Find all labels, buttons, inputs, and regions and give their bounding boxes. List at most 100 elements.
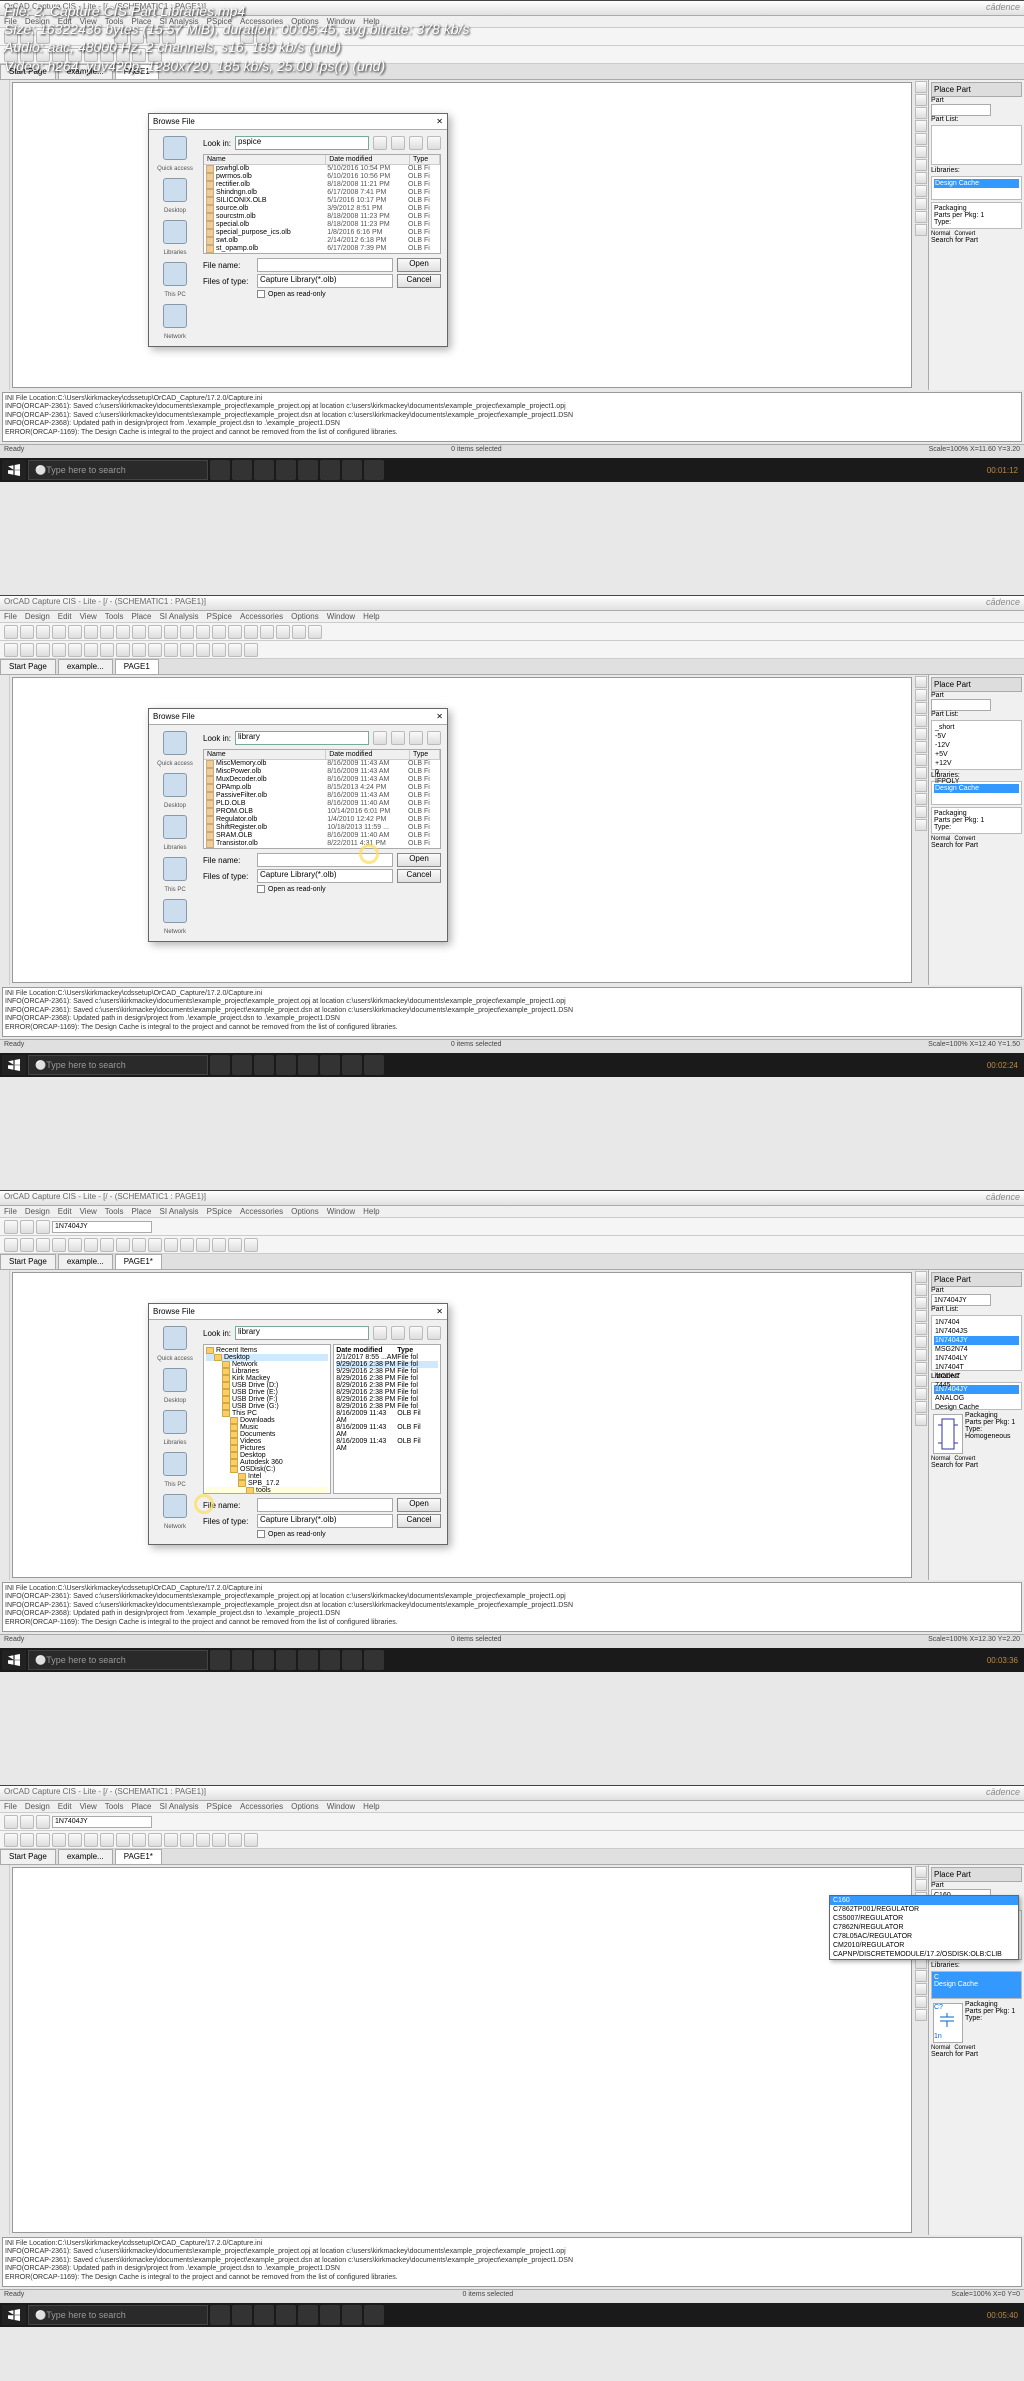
- toolbar-icon[interactable]: [68, 625, 82, 639]
- back-icon[interactable]: [373, 136, 387, 150]
- toolbar-icon[interactable]: [36, 1833, 50, 1847]
- menu-item[interactable]: Options: [291, 1802, 319, 1811]
- partlist-box[interactable]: 1N74041N7404JS1N7404JYMSG2N741N7404LY1N7…: [931, 1315, 1022, 1371]
- lookin-dropdown[interactable]: library: [235, 731, 369, 745]
- searchpart-link[interactable]: Search for Part: [931, 1462, 1022, 1469]
- ellipse-tool-icon[interactable]: [915, 224, 927, 236]
- searchpart-link[interactable]: Search for Part: [931, 842, 1022, 849]
- search-combo[interactable]: [52, 1221, 152, 1233]
- toolbar-icon[interactable]: [180, 625, 194, 639]
- tool-icon[interactable]: [915, 1401, 927, 1413]
- menu-item[interactable]: PSpice: [207, 1207, 232, 1216]
- store-icon[interactable]: [276, 1055, 296, 1075]
- file-row[interactable]: PassiveFilter.olb8/16/2009 11:43 AMOLB F…: [204, 792, 440, 800]
- tab-start[interactable]: Start Page: [0, 1849, 56, 1864]
- partlist-item[interactable]: 1N7404JY: [934, 1336, 1019, 1345]
- menu-item[interactable]: File: [4, 1207, 17, 1216]
- tool-icon[interactable]: [915, 715, 927, 727]
- tab-start[interactable]: Start Page: [0, 659, 56, 674]
- library-item[interactable]: ANALOG: [934, 1394, 1019, 1403]
- tool-icon[interactable]: [915, 1983, 927, 1995]
- toolbar-icon[interactable]: [52, 643, 66, 657]
- library-item[interactable]: Design Cache: [934, 1403, 1019, 1412]
- list-row[interactable]: 8/29/2016 2:38 PMFile fol: [336, 1396, 438, 1403]
- partlist-item[interactable]: MSG2N74: [934, 1345, 1019, 1354]
- place-icon[interactable]: [163, 1494, 187, 1518]
- toolbar-icon[interactable]: [180, 1833, 194, 1847]
- search-combo[interactable]: [52, 1816, 152, 1828]
- part-input[interactable]: [931, 104, 991, 116]
- close-icon[interactable]: ✕: [436, 712, 443, 721]
- open-button[interactable]: Open: [397, 853, 441, 867]
- cancel-button[interactable]: Cancel: [397, 869, 441, 883]
- toolbar-icon[interactable]: [84, 1833, 98, 1847]
- libraries-box[interactable]: Design Cache: [931, 176, 1022, 200]
- menu-item[interactable]: Edit: [58, 1207, 72, 1216]
- app2-icon[interactable]: [320, 460, 340, 480]
- tree-item[interactable]: Pictures: [206, 1445, 328, 1452]
- list-row[interactable]: 8/29/2016 2:38 PMFile fol: [336, 1375, 438, 1382]
- toolbar-icon[interactable]: [36, 625, 50, 639]
- tree-item[interactable]: tools: [206, 1487, 328, 1494]
- app2-icon[interactable]: [320, 1650, 340, 1670]
- tool-icon[interactable]: [915, 1388, 927, 1400]
- tool-icon[interactable]: [915, 767, 927, 779]
- file-row[interactable]: source.olb3/9/2012 8:51 PMOLB Fi: [204, 205, 440, 213]
- tab-page1star[interactable]: PAGE1*: [115, 1849, 162, 1864]
- taskbar-clock[interactable]: 00:01:12: [983, 466, 1022, 475]
- toolbar-icon[interactable]: [132, 1833, 146, 1847]
- menu-item[interactable]: PSpice: [207, 1802, 232, 1811]
- tool-icon[interactable]: [915, 689, 927, 701]
- file-row[interactable]: Transistor.olb8/22/2011 4:31 PMOLB Fi: [204, 840, 440, 848]
- menu-item[interactable]: PSpice: [207, 612, 232, 621]
- explorer-icon[interactable]: [232, 460, 252, 480]
- file-row[interactable]: PROM.OLB10/14/2016 6:01 PMOLB Fi: [204, 808, 440, 816]
- place-icon[interactable]: [163, 857, 187, 881]
- tool-icon[interactable]: [915, 1310, 927, 1322]
- new-icon[interactable]: [4, 1220, 18, 1234]
- port-tool-icon[interactable]: [915, 159, 927, 171]
- menu-item[interactable]: Tools: [105, 1207, 124, 1216]
- text-tool-icon[interactable]: [915, 185, 927, 197]
- toolbar-icon[interactable]: [196, 625, 210, 639]
- chrome-icon[interactable]: [342, 2305, 362, 2325]
- toolbar-icon[interactable]: [164, 625, 178, 639]
- col-date[interactable]: Date modified: [326, 750, 410, 759]
- tool-icon[interactable]: [915, 1323, 927, 1335]
- place-icon[interactable]: [163, 1326, 187, 1350]
- list-row[interactable]: 8/29/2016 2:38 PMFile fol: [336, 1382, 438, 1389]
- searchpart-link[interactable]: Search for Part: [931, 237, 1022, 244]
- libraries-box[interactable]: 1N7404JYANALOGDesign Cache: [931, 1382, 1022, 1410]
- tab-example[interactable]: example...: [58, 659, 113, 674]
- tree-item[interactable]: Desktop: [206, 1354, 328, 1361]
- tab-page1[interactable]: PAGE1: [115, 659, 159, 674]
- toolbar-icon[interactable]: [244, 1833, 258, 1847]
- tab-start[interactable]: Start Page: [0, 1254, 56, 1269]
- list-row[interactable]: 9/29/2016 2:38 PMFile fol: [336, 1361, 438, 1368]
- toolbar-icon[interactable]: [212, 1833, 226, 1847]
- open-button[interactable]: Open: [397, 258, 441, 272]
- taskbar-search[interactable]: ⚪ Type here to search: [28, 1055, 208, 1075]
- menu-item[interactable]: SI Analysis: [160, 612, 199, 621]
- taskview-icon[interactable]: [210, 2305, 230, 2325]
- toolbar-icon[interactable]: [228, 643, 242, 657]
- toolbar-icon[interactable]: [148, 625, 162, 639]
- toolbar-icon[interactable]: [244, 1238, 258, 1252]
- partlist-box[interactable]: _short-5V-12V+5V+12V0IFPOLY: [931, 720, 1022, 770]
- capture-icon[interactable]: [364, 460, 384, 480]
- folder-tree[interactable]: Recent ItemsDesktopNetworkLibrariesKirk …: [203, 1344, 331, 1494]
- views-icon[interactable]: [427, 731, 441, 745]
- toolbar-icon[interactable]: [116, 1833, 130, 1847]
- toolbar-icon[interactable]: [132, 1238, 146, 1252]
- tree-item[interactable]: Documents: [206, 1431, 328, 1438]
- thispc-icon[interactable]: [163, 262, 187, 286]
- place-icon[interactable]: [163, 1410, 187, 1434]
- menu-item[interactable]: Design: [25, 1207, 50, 1216]
- filetype-dropdown[interactable]: Capture Library(*.olb): [257, 274, 393, 288]
- toolbar-icon[interactable]: [100, 625, 114, 639]
- file-row[interactable]: ShiftRegister.olb10/18/2013 11:59 ...OLB…: [204, 824, 440, 832]
- back-icon[interactable]: [373, 1326, 387, 1340]
- chrome-icon[interactable]: [342, 1055, 362, 1075]
- app-icon[interactable]: [298, 2305, 318, 2325]
- menu-item[interactable]: File: [4, 612, 17, 621]
